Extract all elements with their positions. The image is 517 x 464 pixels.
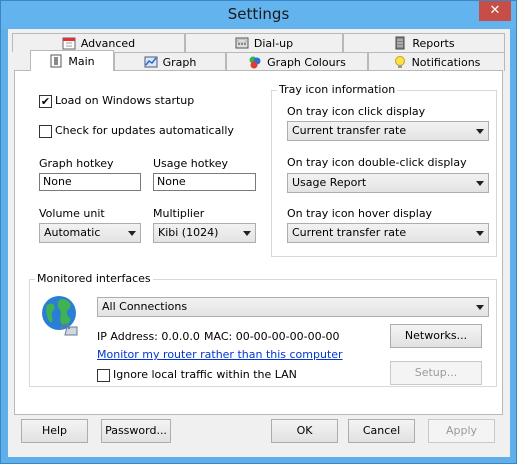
- volume-unit-value: Automatic: [44, 226, 101, 239]
- ignore-local-checkbox[interactable]: [97, 369, 110, 382]
- tab-label: Notifications: [411, 55, 481, 69]
- window-title: Settings: [227, 5, 290, 23]
- chevron-down-icon: [243, 231, 251, 236]
- calendar-icon: [62, 37, 76, 50]
- password-button[interactable]: Password...: [101, 419, 171, 443]
- interface-value: All Connections: [102, 300, 188, 313]
- monitor-router-link[interactable]: Monitor my router rather than this compu…: [97, 348, 343, 361]
- tab-label: Reports: [412, 36, 455, 50]
- tab-graph-colours[interactable]: Graph Colours: [226, 52, 368, 71]
- dialog-client: Advanced Dial-up Reports Main Graph Grap…: [8, 29, 510, 457]
- tab-graph[interactable]: Graph: [114, 52, 226, 71]
- graph-hotkey-label: Graph hotkey: [39, 157, 114, 170]
- main-tab-panel: ✔ Load on Windows startup Check for upda…: [14, 70, 503, 415]
- usage-hotkey-field[interactable]: None: [153, 173, 256, 191]
- multiplier-select[interactable]: Kibi (1024): [153, 223, 256, 243]
- chevron-down-icon: [476, 129, 484, 134]
- graph-hotkey-field[interactable]: None: [39, 173, 141, 191]
- help-button[interactable]: Help: [21, 419, 88, 443]
- tray-click-value: Current transfer rate: [292, 124, 407, 137]
- tray-double-click-label: On tray icon double-click display: [287, 156, 467, 169]
- chevron-down-icon: [476, 231, 484, 236]
- document-icon: [50, 54, 62, 68]
- color-balls-icon: [249, 56, 261, 69]
- volume-unit-select[interactable]: Automatic: [39, 223, 141, 243]
- tab-label: Graph Colours: [267, 55, 346, 69]
- title-bar[interactable]: Settings ✕: [1, 1, 516, 29]
- setup-button[interactable]: Setup...: [390, 361, 482, 385]
- tray-hover-value: Current transfer rate: [292, 226, 407, 239]
- tray-click-select[interactable]: Current transfer rate: [287, 121, 489, 141]
- ip-address-text: IP Address: 0.0.0.0: [97, 330, 200, 343]
- cancel-button[interactable]: Cancel: [348, 419, 415, 443]
- tray-hover-label: On tray icon hover display: [287, 207, 433, 220]
- tab-label: Dial-up: [253, 36, 294, 50]
- tray-group-title: Tray icon information: [277, 83, 398, 96]
- load-on-startup-checkbox[interactable]: ✔: [39, 95, 52, 108]
- chevron-down-icon: [128, 231, 136, 236]
- server-icon: [395, 36, 405, 50]
- chevron-down-icon: [476, 181, 484, 186]
- volume-unit-label: Volume unit: [39, 207, 105, 220]
- monitored-interfaces-title: Monitored interfaces: [35, 272, 153, 285]
- usage-hotkey-label: Usage hotkey: [153, 157, 229, 170]
- networks-button[interactable]: Networks...: [390, 324, 482, 348]
- tab-label: Graph: [162, 55, 197, 69]
- multiplier-value: Kibi (1024): [158, 226, 219, 239]
- settings-window: Settings ✕ Advanced Dial-up Reports Main…: [0, 0, 517, 464]
- chart-icon: [144, 56, 158, 68]
- keypad-icon: [235, 37, 249, 49]
- globe-network-icon: [42, 296, 78, 336]
- chevron-down-icon: [476, 305, 484, 310]
- close-button[interactable]: ✕: [479, 1, 511, 21]
- tray-hover-select[interactable]: Current transfer rate: [287, 223, 489, 243]
- tab-reports[interactable]: Reports: [343, 33, 505, 52]
- lightbulb-icon: [394, 56, 405, 68]
- tab-notifications[interactable]: Notifications: [368, 52, 505, 71]
- tab-label: Advanced: [80, 36, 136, 50]
- load-on-startup-label: Load on Windows startup: [55, 94, 195, 107]
- apply-button[interactable]: Apply: [428, 419, 495, 443]
- multiplier-label: Multiplier: [153, 207, 205, 220]
- tab-label: Main: [68, 54, 95, 68]
- ignore-local-label: Ignore local traffic within the LAN: [113, 368, 297, 381]
- tray-click-label: On tray icon click display: [287, 105, 426, 118]
- check-updates-checkbox[interactable]: [39, 125, 52, 138]
- ok-button[interactable]: OK: [271, 419, 338, 443]
- mac-address-text: MAC: 00-00-00-00-00-00: [204, 330, 340, 343]
- tab-main[interactable]: Main: [30, 50, 114, 71]
- interface-select[interactable]: All Connections: [97, 297, 489, 317]
- tray-double-click-select[interactable]: Usage Report: [287, 173, 489, 193]
- tab-dial-up[interactable]: Dial-up: [185, 33, 343, 52]
- check-updates-label: Check for updates automatically: [55, 124, 234, 137]
- tray-double-click-value: Usage Report: [292, 176, 367, 189]
